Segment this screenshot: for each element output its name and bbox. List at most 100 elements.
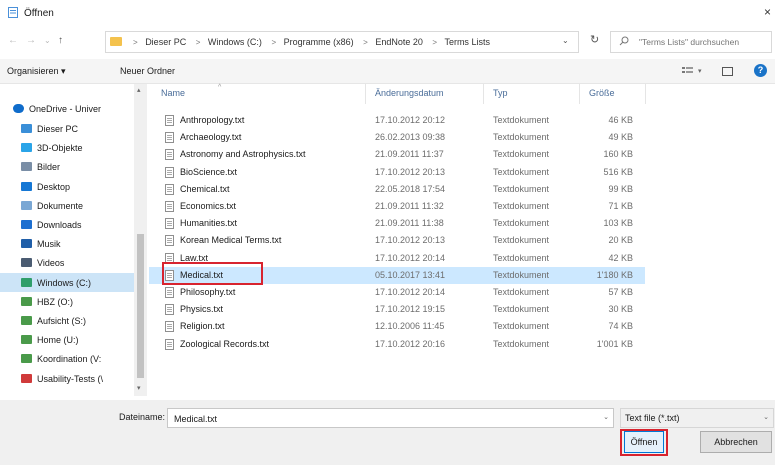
search-box[interactable] [610, 31, 772, 53]
nav-item[interactable]: Usability-Tests (\ [0, 369, 134, 388]
file-size: 99 KB [608, 183, 633, 194]
nav-item[interactable]: Musik [0, 234, 134, 253]
nav-item[interactable]: Koordination (V: [0, 349, 134, 368]
column-divider[interactable] [579, 84, 580, 104]
address-bar[interactable]: > Dieser PC > Windows (C:) > Programme (… [105, 31, 579, 53]
network-drive-icon [21, 335, 32, 344]
file-row[interactable]: Astronomy and Astrophysics.txt 21.09.2011… [149, 146, 645, 163]
text-file-icon [165, 269, 174, 281]
search-icon [619, 36, 629, 46]
text-file-icon [165, 287, 174, 298]
scroll-thumb[interactable] [137, 234, 144, 378]
breadcrumb-windows-c[interactable]: Windows (C:) [208, 37, 262, 47]
scroll-down-icon[interactable]: ▾ [137, 384, 141, 392]
nav-item[interactable]: 3D-Objekte [0, 138, 134, 157]
nav-item[interactable]: Videos [0, 253, 134, 272]
text-file-icon [165, 115, 174, 126]
file-type: Textdokument [493, 132, 550, 143]
preview-pane-icon[interactable] [722, 67, 733, 76]
search-input[interactable] [637, 34, 771, 50]
file-type: Textdokument [493, 287, 550, 297]
command-toolbar: Organisieren ▾ Neuer Ordner ▾ ? [0, 59, 775, 84]
filename-combobox[interactable]: ⌄ [167, 408, 614, 428]
new-folder-button[interactable]: Neuer Ordner [120, 66, 175, 76]
column-header-date[interactable]: Änderungsdatum [375, 88, 444, 98]
nav-item[interactable]: Home (U:) [0, 330, 134, 349]
file-row[interactable]: Law.txt 17.10.2012 20:14 Textdokument 42 KB [149, 250, 645, 267]
file-name: Philosophy.txt [180, 287, 236, 297]
file-size: 42 KB [608, 252, 633, 263]
filename-dropdown-icon[interactable]: ⌄ [603, 413, 609, 421]
nav-item[interactable]: Aufsicht (S:) [0, 311, 134, 330]
nav-item[interactable]: OneDrive - Univer [0, 99, 134, 118]
view-options-icon[interactable] [682, 66, 693, 76]
nav-item[interactable]: Dokumente [0, 196, 134, 215]
nav-item[interactable]: HBZ (O:) [0, 292, 134, 311]
open-button[interactable]: Öffnen [624, 431, 664, 453]
filename-input[interactable] [172, 411, 596, 427]
videos-icon [21, 258, 32, 267]
file-type: Textdokument [493, 338, 550, 349]
column-header-type[interactable]: Typ [493, 88, 508, 98]
column-divider[interactable] [645, 84, 646, 104]
nav-item-label: Dokumente [37, 201, 84, 211]
nav-item[interactable]: Windows (C:) [0, 273, 134, 292]
breadcrumb-this-pc[interactable]: Dieser PC [145, 37, 186, 47]
forward-arrow-icon[interactable]: → [26, 35, 36, 46]
nav-item-label: HBZ (O:) [37, 297, 73, 307]
file-row[interactable]: Anthropology.txt 17.10.2012 20:12 Textdoku… [149, 112, 645, 129]
file-row[interactable]: Chemical.txt 22.05.2018 17:54 Textdokument… [149, 181, 645, 198]
column-header-name[interactable]: Name [161, 88, 185, 98]
back-arrow-icon[interactable]: ← [8, 35, 18, 46]
file-type: Textdokument [493, 218, 550, 229]
text-file-icon [165, 218, 174, 230]
nav-scrollbar[interactable]: ▴ ▾ [134, 84, 147, 396]
file-date: 12.10.2006 11:45 [375, 321, 445, 332]
refresh-icon[interactable]: ↻ [590, 33, 599, 46]
column-divider[interactable] [483, 84, 484, 104]
filetype-dropdown-icon[interactable]: ⌄ [763, 413, 769, 421]
filetype-select[interactable]: Text file (*.txt) ⌄ [620, 408, 774, 428]
file-date: 17.10.2012 20:12 [375, 115, 446, 125]
breadcrumb-programme-x86[interactable]: Programme (x86) [284, 37, 354, 47]
file-row[interactable]: Humanities.txt 21.09.2011 11:38 Textdokume… [149, 215, 645, 232]
file-row[interactable]: Economics.txt 21.09.2011 11:32 Textdokumen… [149, 198, 645, 215]
file-row[interactable]: Philosophy.txt 17.10.2012 20:14 Textdokume… [149, 284, 645, 301]
pictures-icon [21, 162, 32, 171]
file-row[interactable]: Zoological Records.txt 17.10.2012 20:16 Te… [149, 336, 645, 353]
organize-button[interactable]: Organisieren ▾ [7, 66, 66, 77]
up-arrow-icon[interactable]: ↑ [58, 35, 63, 46]
close-icon[interactable]: × [764, 5, 771, 19]
help-icon[interactable]: ? [754, 64, 767, 77]
file-name: Chemical.txt [180, 183, 230, 194]
file-row[interactable]: Physics.txt 17.10.2012 19:15 Textdokument 3… [149, 301, 645, 318]
breadcrumb-terms-lists[interactable]: Terms Lists [444, 37, 490, 47]
column-divider[interactable] [365, 84, 366, 104]
text-file-icon [165, 149, 174, 161]
file-name: Humanities.txt [180, 218, 238, 229]
nav-item[interactable]: Bilder [0, 157, 134, 176]
file-row[interactable]: Archaeology.txt 26.02.2013 09:38 Textdokum… [149, 129, 645, 146]
music-icon [21, 239, 32, 248]
recent-locations-dropdown-icon[interactable]: ⌄ [44, 36, 51, 45]
text-file-icon [165, 166, 174, 178]
text-file-icon [165, 183, 174, 195]
file-row[interactable]: BioScience.txt 17.10.2012 20:13 Textdokume… [149, 164, 645, 181]
address-row: ← → ⌄ ↑ > Dieser PC > Windows (C:) > Pro… [0, 30, 775, 54]
file-size: 516 KB [603, 166, 633, 177]
breadcrumb-endnote-20[interactable]: EndNote 20 [375, 37, 423, 47]
file-size: 160 KB [603, 149, 633, 160]
nav-item[interactable]: Dieser PC [0, 119, 134, 138]
nav-item[interactable]: Desktop [0, 177, 134, 196]
nav-item[interactable]: Downloads [0, 215, 134, 234]
file-row[interactable]: Korean Medical Terms.txt 17.10.2012 20:13… [149, 232, 645, 249]
file-row[interactable]: Medical.txt 05.10.2017 13:41 Textdokument 1… [149, 266, 645, 284]
view-dropdown-icon[interactable]: ▾ [698, 67, 702, 75]
column-header-size[interactable]: Größe [589, 88, 615, 98]
nav-item-label: Windows (C:) [37, 278, 92, 288]
network-drive-icon [21, 316, 32, 325]
file-row[interactable]: Religion.txt 12.10.2006 11:45 Textdokument… [149, 318, 645, 335]
cancel-button[interactable]: Abbrechen [700, 431, 772, 453]
scroll-up-icon[interactable]: ▴ [137, 86, 141, 94]
address-dropdown-icon[interactable]: ⌄ [562, 36, 569, 45]
